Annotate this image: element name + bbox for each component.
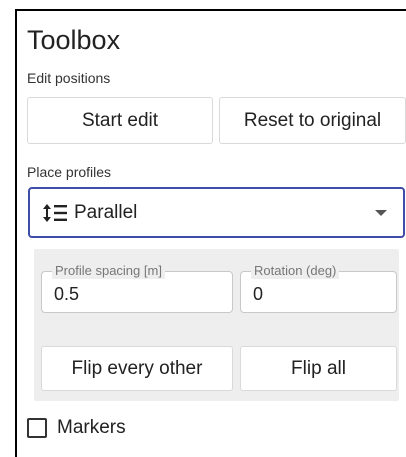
markers-toggle[interactable]: Markers: [27, 417, 126, 439]
start-edit-button[interactable]: Start edit: [27, 97, 213, 144]
profile-mode-select[interactable]: Parallel: [28, 187, 405, 238]
markers-checkbox[interactable]: [27, 418, 47, 438]
flip-every-other-button[interactable]: Flip every other: [41, 346, 233, 391]
profile-spacing-label: Profile spacing [m]: [52, 263, 165, 279]
vertical-arrows-lines-icon: [42, 202, 68, 224]
profile-spacing-value: 0.5: [54, 284, 80, 304]
edit-positions-label: Edit positions: [27, 70, 111, 86]
markers-label: Markers: [57, 417, 126, 438]
chevron-down-icon: [375, 210, 387, 216]
profile-options-panel: Profile spacing [m] 0.5 Rotation (deg) 0…: [34, 249, 399, 401]
reset-to-original-button[interactable]: Reset to original: [219, 97, 406, 144]
rotation-label: Rotation (deg): [251, 263, 340, 279]
place-profiles-label: Place profiles: [27, 164, 112, 180]
profile-spacing-field[interactable]: Profile spacing [m] 0.5: [41, 263, 233, 313]
toolbox-panel: Toolbox Edit positions Start edit Reset …: [15, 9, 406, 457]
flip-all-button[interactable]: Flip all: [240, 346, 397, 391]
toolbox-title: Toolbox: [27, 25, 121, 55]
rotation-value: 0: [253, 284, 264, 304]
rotation-field[interactable]: Rotation (deg) 0: [240, 263, 397, 313]
profile-mode-value: Parallel: [74, 201, 138, 223]
